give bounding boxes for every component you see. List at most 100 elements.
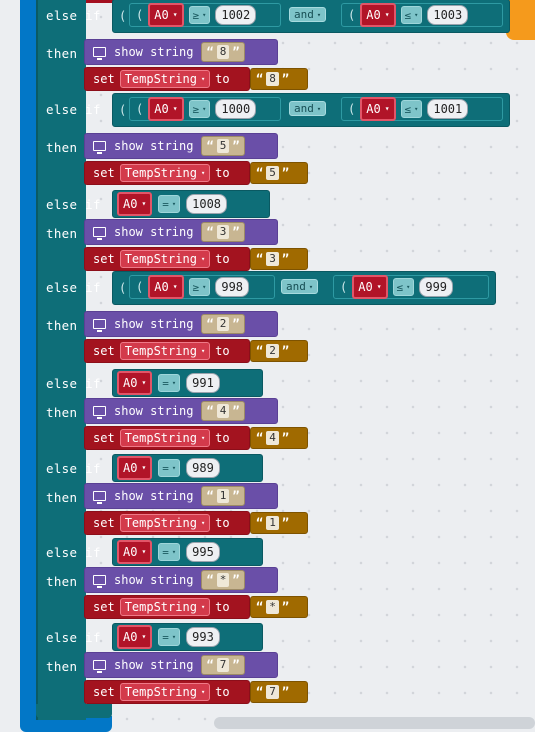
chevron-down-icon[interactable]: ▾ (141, 544, 146, 560)
number-input[interactable]: 995 (186, 542, 220, 562)
compare-operator-dropdown[interactable]: = ▾ (158, 374, 181, 392)
logic-and-dropdown[interactable]: and ▾ (289, 7, 327, 22)
chevron-down-icon[interactable]: ▾ (201, 434, 205, 442)
string-literal[interactable]: “5” (250, 162, 308, 184)
number-input[interactable]: 1001 (427, 99, 469, 119)
string-value[interactable]: 4 (216, 404, 230, 418)
variable-a0-dropdown[interactable]: A0 ▾ (117, 625, 153, 649)
logic-and-dropdown[interactable]: and ▾ (289, 101, 327, 116)
string-value[interactable]: 5 (216, 139, 230, 153)
compare-operator-dropdown[interactable]: = ▾ (158, 195, 181, 213)
condition-range-block[interactable]: ((A0 ▾ ≥ ▾ 1002 and ▾(A0 ▾ ≤ ▾ 1003 (112, 0, 510, 33)
variable-tempstring-dropdown[interactable]: TempString ▾ (119, 342, 211, 360)
variable-a0-dropdown[interactable]: A0 ▾ (360, 3, 396, 27)
variable-tempstring-dropdown[interactable]: TempString ▾ (119, 514, 211, 532)
string-value[interactable]: 1 (216, 489, 230, 503)
chevron-down-icon[interactable]: ▾ (202, 105, 206, 113)
number-input[interactable]: 993 (186, 627, 220, 647)
string-literal[interactable]: “1” (201, 486, 245, 506)
chevron-down-icon[interactable]: ▾ (172, 200, 176, 208)
variable-tempstring-dropdown[interactable]: TempString ▾ (119, 250, 211, 268)
string-literal[interactable]: “1” (250, 512, 308, 534)
string-literal[interactable]: “4” (201, 401, 245, 421)
string-value[interactable]: 7 (266, 685, 279, 699)
string-literal[interactable]: “2” (250, 340, 308, 362)
number-input[interactable]: 998 (215, 277, 250, 297)
set-variable-block[interactable]: set TempString ▾ to (84, 339, 250, 363)
chevron-down-icon[interactable]: ▾ (172, 548, 176, 556)
condition-range-block[interactable]: ((A0 ▾ ≥ ▾ 1000 and ▾(A0 ▾ ≤ ▾ 1001 (112, 93, 510, 127)
compare-operator-dropdown[interactable]: ≥ ▾ (188, 6, 211, 24)
condition-equals-block[interactable]: A0 ▾ = ▾ 991 (112, 369, 263, 397)
chevron-down-icon[interactable]: ▾ (309, 283, 313, 291)
string-literal[interactable]: “8” (201, 42, 245, 62)
string-value[interactable]: 5 (266, 166, 279, 180)
show-string-block[interactable]: show string “1” (84, 483, 278, 509)
chevron-down-icon[interactable]: ▾ (317, 11, 321, 19)
show-string-block[interactable]: show string “2” (84, 311, 278, 337)
right-comparison[interactable]: (A0 ▾ ≤ ▾ 999 (333, 275, 489, 299)
string-value[interactable]: 2 (216, 317, 230, 331)
compare-operator-dropdown[interactable]: ≤ ▾ (392, 278, 415, 296)
set-variable-block[interactable]: set TempString ▾ to (84, 595, 250, 619)
string-value[interactable]: 8 (216, 45, 230, 59)
chevron-down-icon[interactable]: ▾ (201, 255, 205, 263)
condition-equals-block[interactable]: A0 ▾ = ▾ 995 (112, 538, 263, 566)
string-literal[interactable]: “8” (250, 68, 308, 90)
set-variable-block[interactable]: set TempString ▾ to (84, 426, 250, 450)
set-variable-block[interactable]: set TempString ▾ to (84, 161, 250, 185)
chevron-down-icon[interactable]: ▾ (173, 7, 178, 23)
variable-a0-dropdown[interactable]: A0 ▾ (148, 3, 184, 27)
chevron-down-icon[interactable]: ▾ (202, 11, 206, 19)
string-value[interactable]: 3 (216, 225, 230, 239)
variable-tempstring-dropdown[interactable]: TempString ▾ (119, 70, 211, 88)
chevron-down-icon[interactable]: ▾ (377, 279, 382, 295)
chevron-down-icon[interactable]: ▾ (141, 460, 146, 476)
show-string-block[interactable]: show string “4” (84, 398, 278, 424)
chevron-down-icon[interactable]: ▾ (141, 196, 146, 212)
show-string-block[interactable]: show string “*” (84, 567, 278, 593)
compare-operator-dropdown[interactable]: ≥ ▾ (188, 100, 211, 118)
string-literal[interactable]: “*” (250, 596, 308, 618)
variable-a0-dropdown[interactable]: A0 ▾ (352, 275, 388, 299)
number-input[interactable]: 1008 (186, 194, 228, 214)
variable-tempstring-dropdown[interactable]: TempString ▾ (119, 429, 211, 447)
variable-a0-dropdown[interactable]: A0 ▾ (148, 97, 184, 121)
variable-tempstring-dropdown[interactable]: TempString ▾ (119, 683, 211, 701)
variable-a0-dropdown[interactable]: A0 ▾ (148, 275, 184, 299)
right-comparison[interactable]: (A0 ▾ ≤ ▾ 1001 (341, 97, 503, 121)
compare-operator-dropdown[interactable]: = ▾ (158, 628, 181, 646)
chevron-down-icon[interactable]: ▾ (201, 603, 205, 611)
condition-range-block[interactable]: ((A0 ▾ ≥ ▾ 998 and ▾(A0 ▾ ≤ ▾ 999 (112, 271, 496, 305)
show-string-block[interactable]: show string “5” (84, 133, 278, 159)
string-value[interactable]: * (266, 600, 279, 614)
variable-a0-dropdown[interactable]: A0 ▾ (117, 540, 153, 564)
set-variable-block[interactable]: set TempString ▾ to (84, 67, 250, 91)
chevron-down-icon[interactable]: ▾ (201, 169, 205, 177)
string-value[interactable]: 3 (266, 252, 279, 266)
string-literal[interactable]: “*” (201, 570, 245, 590)
variable-a0-dropdown[interactable]: A0 ▾ (117, 371, 153, 395)
set-variable-block[interactable]: set TempString ▾ to (84, 680, 250, 704)
chevron-down-icon[interactable]: ▾ (173, 101, 178, 117)
variable-a0-dropdown[interactable]: A0 ▾ (360, 97, 396, 121)
string-value[interactable]: * (216, 573, 230, 587)
variable-tempstring-dropdown[interactable]: TempString ▾ (119, 164, 211, 182)
number-input[interactable]: 1000 (215, 99, 257, 119)
string-literal[interactable]: “3” (250, 248, 308, 270)
string-literal[interactable]: “7” (201, 655, 245, 675)
string-literal[interactable]: “2” (201, 314, 245, 334)
chevron-down-icon[interactable]: ▾ (172, 379, 176, 387)
chevron-down-icon[interactable]: ▾ (172, 464, 176, 472)
left-comparison[interactable]: (A0 ▾ ≥ ▾ 998 (129, 275, 275, 299)
string-literal[interactable]: “3” (201, 222, 245, 242)
string-value[interactable]: 2 (266, 344, 279, 358)
string-value[interactable]: 4 (266, 431, 279, 445)
number-input[interactable]: 999 (419, 277, 454, 297)
number-input[interactable]: 1002 (215, 5, 257, 25)
logic-and-dropdown[interactable]: and ▾ (281, 279, 319, 294)
variable-tempstring-dropdown[interactable]: TempString ▾ (119, 598, 211, 616)
chevron-down-icon[interactable]: ▾ (317, 105, 321, 113)
condition-equals-block[interactable]: A0 ▾ = ▾ 989 (112, 454, 263, 482)
compare-operator-dropdown[interactable]: = ▾ (158, 543, 181, 561)
